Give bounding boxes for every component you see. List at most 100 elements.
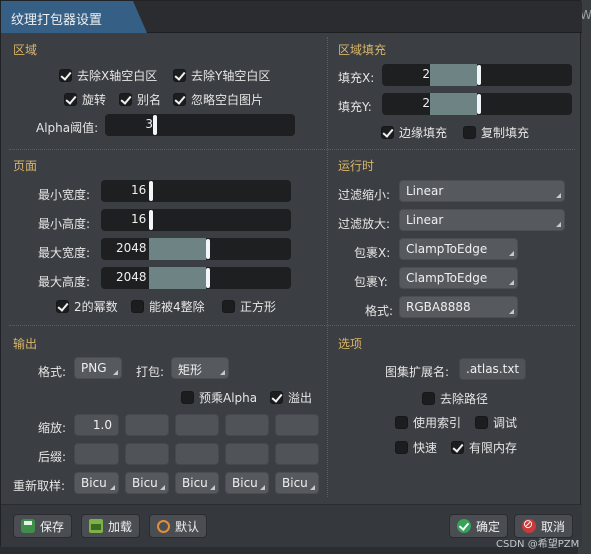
slider-fill <box>149 267 206 289</box>
ignore-blank-label: 忽略空白图片 <box>191 93 264 107</box>
checkbox-box[interactable] <box>422 392 435 405</box>
output-format-label: 格式: <box>38 365 67 379</box>
checkbox-box[interactable] <box>173 93 186 106</box>
alpha-threshold-slider[interactable]: 3 <box>105 114 295 136</box>
resample-dropdown-3[interactable]: Bicu <box>175 472 219 494</box>
use-index-checkbox[interactable]: 使用索引 <box>395 414 461 431</box>
slider-handle[interactable] <box>477 94 481 114</box>
slider-value: 16 <box>131 212 147 226</box>
debug-checkbox[interactable]: 调试 <box>475 414 517 431</box>
atlas-extension-input[interactable]: .atlas.txt <box>459 358 526 380</box>
folder-icon <box>89 519 103 533</box>
bleed-checkbox[interactable]: 溢出 <box>270 389 312 406</box>
multiple-of-four-label: 能被4整除 <box>149 300 205 314</box>
strip-path-checkbox[interactable]: 去除路径 <box>422 390 488 407</box>
pack-dropdown[interactable]: 矩形 <box>171 357 229 379</box>
power-of-two-checkbox[interactable]: 2的幂数 <box>56 298 118 315</box>
suffix-input-4[interactable] <box>225 443 269 465</box>
filter-min-dropdown[interactable]: Linear <box>399 180 565 202</box>
checkbox-box[interactable] <box>64 93 77 106</box>
slider-handle[interactable] <box>206 268 210 288</box>
checkbox-box[interactable] <box>173 69 186 82</box>
min-width-slider[interactable]: 16 <box>101 180 291 202</box>
slider-handle[interactable] <box>149 210 153 230</box>
resample-dropdown-4[interactable]: Bicu <box>225 472 269 494</box>
checkbox-box[interactable] <box>475 416 488 429</box>
slider-value: 2048 <box>116 241 147 255</box>
title-tab: 纹理打包器设置 <box>1 1 147 33</box>
filter-mag-dropdown[interactable]: Linear <box>399 209 565 231</box>
checkbox-box[interactable] <box>119 93 132 106</box>
limit-memory-checkbox[interactable]: 有限内存 <box>451 439 517 456</box>
filter-mag-label: 过滤放大: <box>338 217 391 231</box>
max-width-slider[interactable]: 2048 <box>101 238 291 260</box>
checkbox-box[interactable] <box>270 391 283 404</box>
square-checkbox[interactable]: 正方形 <box>222 298 276 315</box>
slider-handle[interactable] <box>206 239 210 259</box>
pad-x-slider[interactable]: 2 <box>382 64 572 86</box>
output-format-dropdown[interactable]: PNG <box>74 357 122 379</box>
fast-checkbox[interactable]: 快速 <box>395 439 437 456</box>
checkbox-box[interactable] <box>395 416 408 429</box>
pad-y-slider[interactable]: 2 <box>382 93 572 115</box>
scale-input-1[interactable]: 1.0 <box>74 414 119 436</box>
wrap-x-label: 包裹X: <box>354 246 391 260</box>
default-button[interactable]: 默认 <box>149 514 208 538</box>
strip-x-checkbox[interactable]: 去除X轴空白区 <box>59 67 157 84</box>
wrap-x-dropdown[interactable]: ClampToEdge <box>399 238 518 260</box>
save-button[interactable]: 保存 <box>13 514 73 538</box>
rotate-checkbox[interactable]: 旋转 <box>64 91 106 108</box>
strip-y-checkbox[interactable]: 去除Y轴空白区 <box>173 67 270 84</box>
checkbox-box[interactable] <box>451 441 464 454</box>
resample-dropdown-5[interactable]: Bicu <box>275 472 319 494</box>
resample-dropdown-1[interactable]: Bicu <box>74 472 119 494</box>
wrap-y-label: 包裹Y: <box>354 275 388 289</box>
wrap-y-dropdown[interactable]: ClampToEdge <box>399 267 518 289</box>
multiple-of-four-checkbox[interactable]: 能被4整除 <box>131 298 205 315</box>
alpha-threshold-label: Alpha阈值: <box>36 121 99 135</box>
scale-input-4[interactable] <box>225 414 269 436</box>
resample-dropdown-2[interactable]: Bicu <box>125 472 169 494</box>
strip-y-label: 去除Y轴空白区 <box>191 69 271 83</box>
filter-min-label: 过滤缩小: <box>338 188 391 202</box>
scale-input-5[interactable] <box>275 414 319 436</box>
min-height-slider[interactable]: 16 <box>101 209 291 231</box>
slider-handle[interactable] <box>149 181 153 201</box>
checkbox-box[interactable] <box>59 69 72 82</box>
checkbox-box[interactable] <box>56 300 69 313</box>
pack-label: 打包: <box>136 365 165 379</box>
scale-input-3[interactable] <box>175 414 219 436</box>
checkbox-box[interactable] <box>181 391 194 404</box>
alias-checkbox[interactable]: 别名 <box>119 91 161 108</box>
title-bar[interactable]: 纹理打包器设置 <box>1 1 582 33</box>
duplicate-padding-label: 复制填充 <box>481 126 530 140</box>
checkbox-box[interactable] <box>395 441 408 454</box>
scale-input-2[interactable] <box>125 414 169 436</box>
ignore-blank-checkbox[interactable]: 忽略空白图片 <box>173 91 263 108</box>
checkbox-box[interactable] <box>381 126 394 139</box>
checkbox-box[interactable] <box>463 126 476 139</box>
checkbox-box[interactable] <box>222 300 235 313</box>
edge-padding-checkbox[interactable]: 边缘填充 <box>381 124 447 141</box>
rotate-label: 旋转 <box>82 93 107 107</box>
runtime-format-dropdown[interactable]: RGBA8888 <box>399 296 518 318</box>
suffix-input-5[interactable] <box>275 443 319 465</box>
fast-label: 快速 <box>413 441 438 455</box>
ok-button-label: 确定 <box>476 519 501 534</box>
section-title-output: 输出 <box>13 337 38 351</box>
premultiply-alpha-label: 预乘Alpha <box>199 391 258 405</box>
use-index-label: 使用索引 <box>413 416 462 430</box>
premultiply-alpha-checkbox[interactable]: 预乘Alpha <box>181 389 257 406</box>
bleed-label: 溢出 <box>288 391 313 405</box>
load-button[interactable]: 加载 <box>81 514 141 538</box>
suffix-input-2[interactable] <box>125 443 169 465</box>
duplicate-padding-checkbox[interactable]: 复制填充 <box>463 124 529 141</box>
slider-handle[interactable] <box>477 65 481 85</box>
limit-memory-label: 有限内存 <box>469 441 518 455</box>
slider-handle[interactable] <box>153 115 157 135</box>
suffix-input-1[interactable] <box>74 443 119 465</box>
checkbox-box[interactable] <box>131 300 144 313</box>
slider-value: 2 <box>422 67 430 81</box>
max-height-slider[interactable]: 2048 <box>101 267 291 289</box>
suffix-input-3[interactable] <box>175 443 219 465</box>
